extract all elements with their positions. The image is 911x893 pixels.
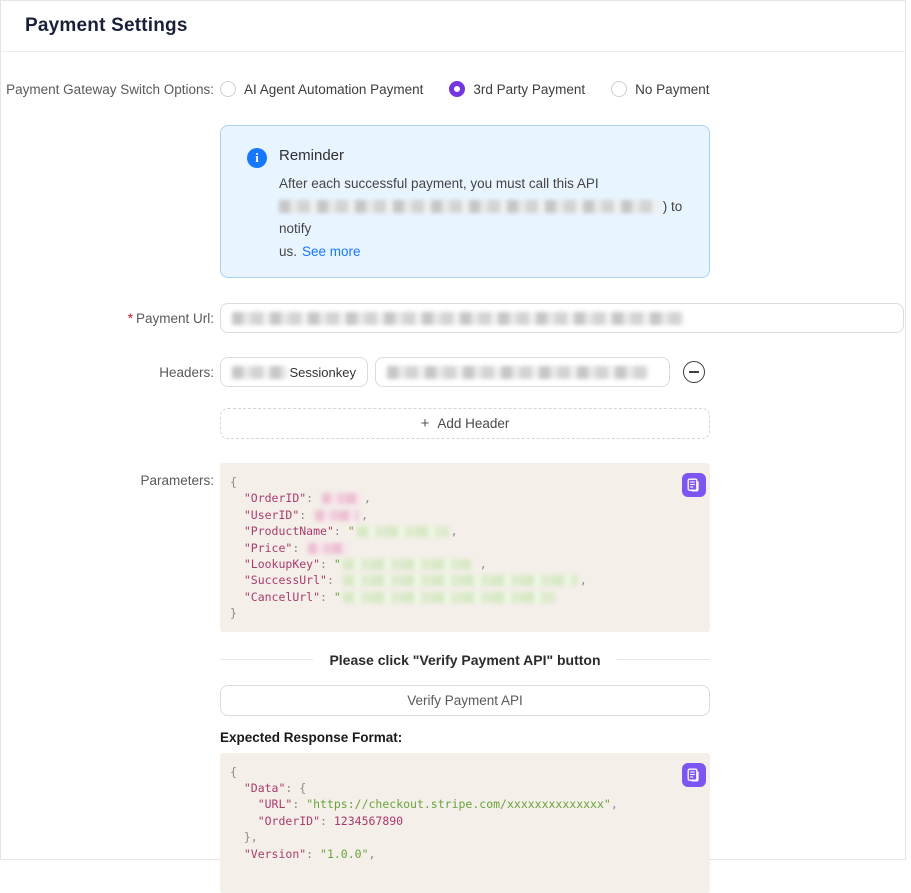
redacted-value <box>343 575 578 586</box>
radio-icon[interactable] <box>449 81 465 97</box>
remove-header-icon[interactable] <box>683 361 705 383</box>
plus-icon: + <box>421 415 430 432</box>
radio-label: No Payment <box>635 82 709 97</box>
copy-icon <box>687 478 701 492</box>
expected-response-format-label: Expected Response Format: <box>220 730 402 745</box>
page-header: Payment Settings <box>1 1 905 52</box>
redacted-value <box>315 510 359 521</box>
radio-label: AI Agent Automation Payment <box>244 82 423 97</box>
redacted-payment-url-value <box>232 312 684 325</box>
header-value-input[interactable] <box>375 357 670 387</box>
payment-gateway-options-row: Payment Gateway Switch Options: AI Agent… <box>1 81 905 97</box>
radio-label: 3rd Party Payment <box>473 82 585 97</box>
redacted-value <box>357 526 449 537</box>
radio-ai-agent-automation-payment[interactable]: AI Agent Automation Payment <box>220 81 423 97</box>
headers-row: Headers: Sessionkey <box>1 357 905 387</box>
header-key-input[interactable]: Sessionkey <box>220 357 368 387</box>
expected-code-row: { "Data": { "URL": "https://checkout.str… <box>1 753 905 893</box>
reminder-title: Reminder <box>279 147 685 164</box>
add-header-row: + Add Header <box>1 408 905 439</box>
redacted-value <box>343 592 555 603</box>
radio-group-label: Payment Gateway Switch Options: <box>1 82 220 97</box>
redacted-value <box>343 559 471 570</box>
see-more-link[interactable]: See more <box>302 244 361 259</box>
payment-url-row: *Payment Url: <box>1 303 905 333</box>
required-mark: * <box>128 311 133 326</box>
verify-row: Verify Payment API <box>1 685 905 716</box>
parameters-row: Parameters: { "OrderID": , "UserID": , "… <box>1 463 905 632</box>
redacted-header-key-prefix <box>232 366 287 379</box>
divider-row: Please click "Verify Payment API" button <box>1 652 905 668</box>
redacted-value <box>322 493 362 504</box>
payment-settings-card: Payment Settings Payment Gateway Switch … <box>0 0 906 860</box>
divider: Please click "Verify Payment API" button <box>220 652 710 668</box>
verify-payment-api-button[interactable]: Verify Payment API <box>220 685 710 716</box>
parameters-code-block: { "OrderID": , "UserID": , "ProductName"… <box>220 463 710 632</box>
payment-url-label: *Payment Url: <box>1 311 220 326</box>
expected-code-block: { "Data": { "URL": "https://checkout.str… <box>220 753 710 893</box>
radio-3rd-party-payment[interactable]: 3rd Party Payment <box>449 81 585 97</box>
radio-icon[interactable] <box>611 81 627 97</box>
page-title: Payment Settings <box>25 15 188 37</box>
headers-label: Headers: <box>1 365 220 380</box>
expected-label-row: Expected Response Format: <box>1 730 905 745</box>
redacted-value <box>308 543 348 554</box>
redacted-header-value <box>387 366 649 379</box>
payment-url-input[interactable] <box>220 303 904 333</box>
header-key-text: Sessionkey <box>290 365 356 380</box>
copy-icon <box>687 768 701 782</box>
reminder-row: i Reminder After each successful payment… <box>1 97 905 278</box>
copy-expected-button[interactable] <box>682 763 706 787</box>
redacted-api-url <box>279 200 659 213</box>
radio-group: AI Agent Automation Payment 3rd Party Pa… <box>220 81 709 97</box>
info-icon: i <box>247 148 267 168</box>
copy-parameters-button[interactable] <box>682 473 706 497</box>
reminder-alert: i Reminder After each successful payment… <box>220 125 710 278</box>
radio-icon[interactable] <box>220 81 236 97</box>
reminder-body: After each successful payment, you must … <box>279 173 685 263</box>
add-header-button[interactable]: + Add Header <box>220 408 710 439</box>
parameters-label: Parameters: <box>1 463 220 488</box>
divider-text: Please click "Verify Payment API" button <box>329 652 600 668</box>
radio-no-payment[interactable]: No Payment <box>611 81 709 97</box>
